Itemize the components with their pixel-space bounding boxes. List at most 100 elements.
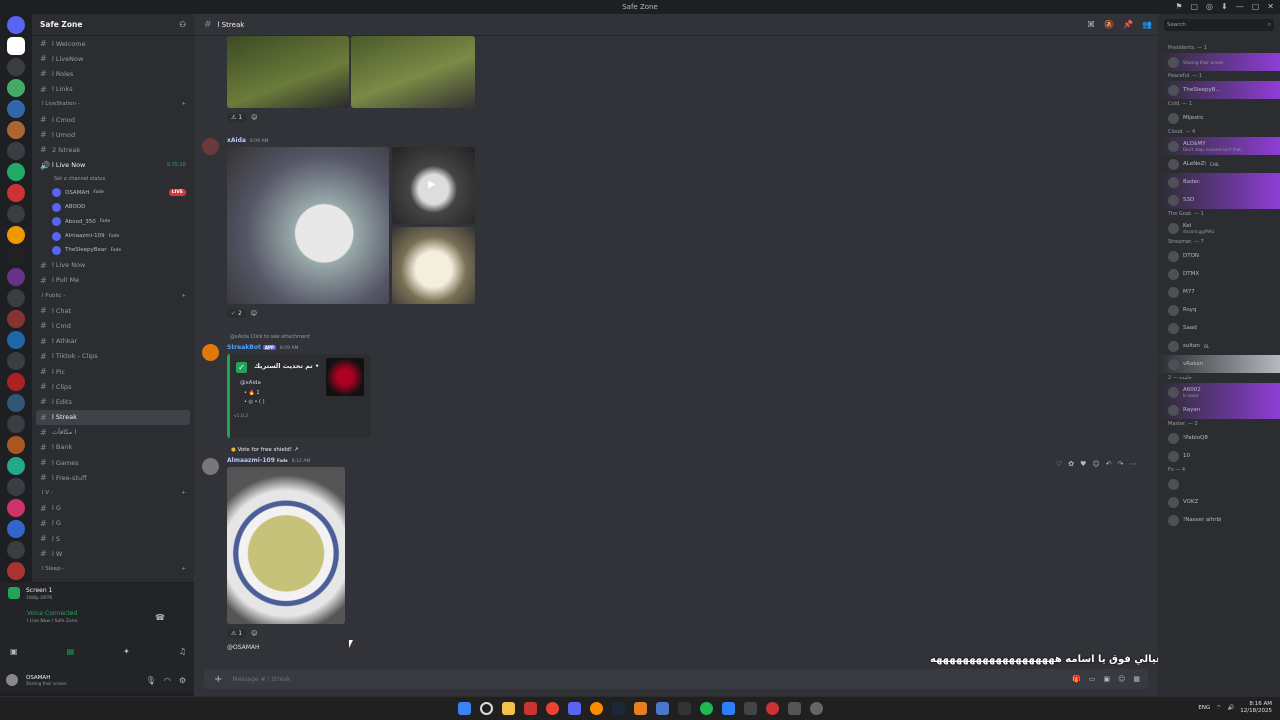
voice-user[interactable]: Almaazmi-109 Fade [32, 229, 194, 243]
member-item[interactable]: 10 [1158, 447, 1280, 465]
channel-category[interactable]: ا V - + [32, 485, 194, 500]
member-item[interactable]: Rayan [1158, 401, 1280, 419]
mention-text[interactable]: @OSAMAH [227, 644, 260, 651]
server-icon[interactable] [7, 184, 25, 202]
message-input[interactable]: Message # ا Streak [232, 676, 290, 683]
pin-icon[interactable]: 📌 [1123, 20, 1133, 29]
channel-item[interactable]: # ا W [32, 546, 194, 561]
headphones-icon[interactable]: ◠ [164, 676, 171, 685]
voice-channel[interactable]: ا Live Now / Safe Zone [27, 619, 77, 624]
app-icon[interactable] [656, 702, 669, 715]
share-screen-icon[interactable]: ▤ [67, 647, 75, 656]
server-icon[interactable] [7, 415, 25, 433]
chrome-icon[interactable] [546, 702, 559, 715]
member-item[interactable]: ALD$MY Don't stop, success isn't that... [1158, 137, 1280, 155]
server-icon[interactable] [7, 436, 25, 454]
member-item[interactable]: sultan OL [1158, 337, 1280, 355]
channel-item[interactable]: # ا G [32, 516, 194, 531]
member-item[interactable]: S3D [1158, 191, 1280, 209]
server-icon[interactable] [7, 58, 25, 76]
server-icon[interactable] [7, 268, 25, 286]
app-icon[interactable] [678, 702, 691, 715]
add-channel-icon[interactable]: + [181, 490, 186, 496]
channel-item[interactable]: # ا 2streak [32, 142, 194, 157]
app-icon[interactable] [634, 702, 647, 715]
notifications-icon[interactable]: 🔕 [1104, 20, 1114, 29]
soundboard-icon[interactable]: ♫ [179, 647, 186, 656]
voice-user[interactable]: Abood_350 Fade [32, 214, 194, 228]
minimize-icon[interactable]: — [1236, 2, 1244, 11]
camera-icon[interactable]: ▣ [10, 647, 18, 656]
add-member-icon[interactable]: ⚇ [179, 20, 186, 29]
add-reaction-icon[interactable]: ☺ [251, 310, 257, 317]
steam-icon[interactable] [612, 702, 625, 715]
volume-icon[interactable]: 🔊 [1227, 705, 1234, 712]
channel-item[interactable]: # ا Athkar [32, 334, 194, 349]
member-item[interactable]: Saad [1158, 319, 1280, 337]
add-reaction-icon[interactable]: ☺ [251, 114, 257, 121]
server-header[interactable]: Safe Zone ⚇ [32, 14, 194, 36]
download-icon[interactable]: ⬇ [1221, 2, 1228, 11]
channel-item[interactable]: # ا LiveNow [32, 51, 194, 66]
server-icon[interactable] [7, 205, 25, 223]
close-icon[interactable]: ✕ [1267, 2, 1274, 11]
member-item[interactable]: Rsyq [1158, 301, 1280, 319]
system-tray[interactable]: ENG ⌔ 🔊 8:16 AM 12/18/2025 [1198, 701, 1272, 715]
window-icon[interactable]: ▢ [1190, 2, 1198, 11]
server-icon[interactable] [7, 37, 25, 55]
member-item[interactable]: Kel discord.gg/MAU [1158, 219, 1280, 237]
member-item[interactable]: !PabloQ8 [1158, 429, 1280, 447]
channel-item[interactable]: # ا Roles [32, 66, 194, 81]
vote-button[interactable]: ● Vote for free shield! ↗ [231, 447, 298, 453]
search-input[interactable]: Search ⌕ [1164, 19, 1274, 31]
member-item[interactable]: Mljestic [1158, 109, 1280, 127]
wifi-icon[interactable]: ⌔ [1216, 705, 1221, 712]
start-icon[interactable] [458, 702, 471, 715]
reaction[interactable]: ⚠ 1 [227, 629, 247, 638]
member-item[interactable] [1158, 475, 1280, 493]
member-item[interactable]: ALeNeZi CHIL [1158, 155, 1280, 173]
server-icon[interactable] [7, 478, 25, 496]
app-icon[interactable] [524, 702, 537, 715]
server-icon[interactable] [7, 394, 25, 412]
channel-item[interactable]: # ا Streak [36, 409, 190, 425]
add-channel-icon[interactable]: + [181, 566, 186, 572]
voice-user[interactable]: TheSleepyBear Fade [32, 243, 194, 257]
inbox-icon[interactable]: ⚑ [1175, 2, 1182, 11]
avatar[interactable] [202, 344, 219, 361]
server-icon[interactable] [7, 457, 25, 475]
channel-item[interactable]: # ا مكافآت [32, 425, 194, 440]
sticker-icon[interactable]: ▣ [1103, 675, 1110, 683]
channel-item[interactable]: # ا S [32, 531, 194, 546]
disconnect-icon[interactable]: ☎ [155, 613, 165, 622]
app-icon[interactable] [766, 702, 779, 715]
channel-item[interactable]: # ا Pic [32, 364, 194, 379]
message-author[interactable]: Almaazmi-109 Fade 8:12 AM [227, 457, 310, 464]
server-icon[interactable] [7, 247, 25, 265]
member-item[interactable]: DTON [1158, 247, 1280, 265]
avatar[interactable] [202, 458, 219, 475]
server-icon[interactable] [7, 310, 25, 328]
channel-item[interactable]: # ا Bank [32, 440, 194, 455]
threads-icon[interactable]: ⌘ [1087, 20, 1095, 29]
voice-user[interactable]: ABOOD [32, 200, 194, 214]
voice-user[interactable]: OSAMAH Fade LIVE [32, 186, 194, 200]
server-icon[interactable] [7, 499, 25, 517]
members-icon[interactable]: 👥 [1142, 20, 1152, 29]
channel-category[interactable]: ا LiveStation - + [32, 97, 194, 112]
channel-item[interactable]: # ا Pull Me [32, 273, 194, 288]
file-explorer-icon[interactable] [502, 702, 515, 715]
server-icon[interactable] [7, 226, 25, 244]
channel-item[interactable]: # ا Links [32, 82, 194, 97]
attachment-image[interactable] [227, 36, 349, 108]
server-icon[interactable] [7, 16, 25, 34]
reaction[interactable]: ✔ 2 [227, 309, 246, 318]
message-author[interactable]: xAida 8:09 AM [227, 137, 268, 144]
attachment-image[interactable] [351, 36, 475, 108]
member-item[interactable]: Bader. [1158, 173, 1280, 191]
member-item[interactable]: vRakan [1158, 355, 1280, 373]
server-icon[interactable] [7, 331, 25, 349]
channel-item[interactable]: # ا Chat [32, 303, 194, 318]
reply-preview[interactable]: @xAida Click to see attachment [230, 334, 310, 340]
server-icon[interactable] [7, 289, 25, 307]
